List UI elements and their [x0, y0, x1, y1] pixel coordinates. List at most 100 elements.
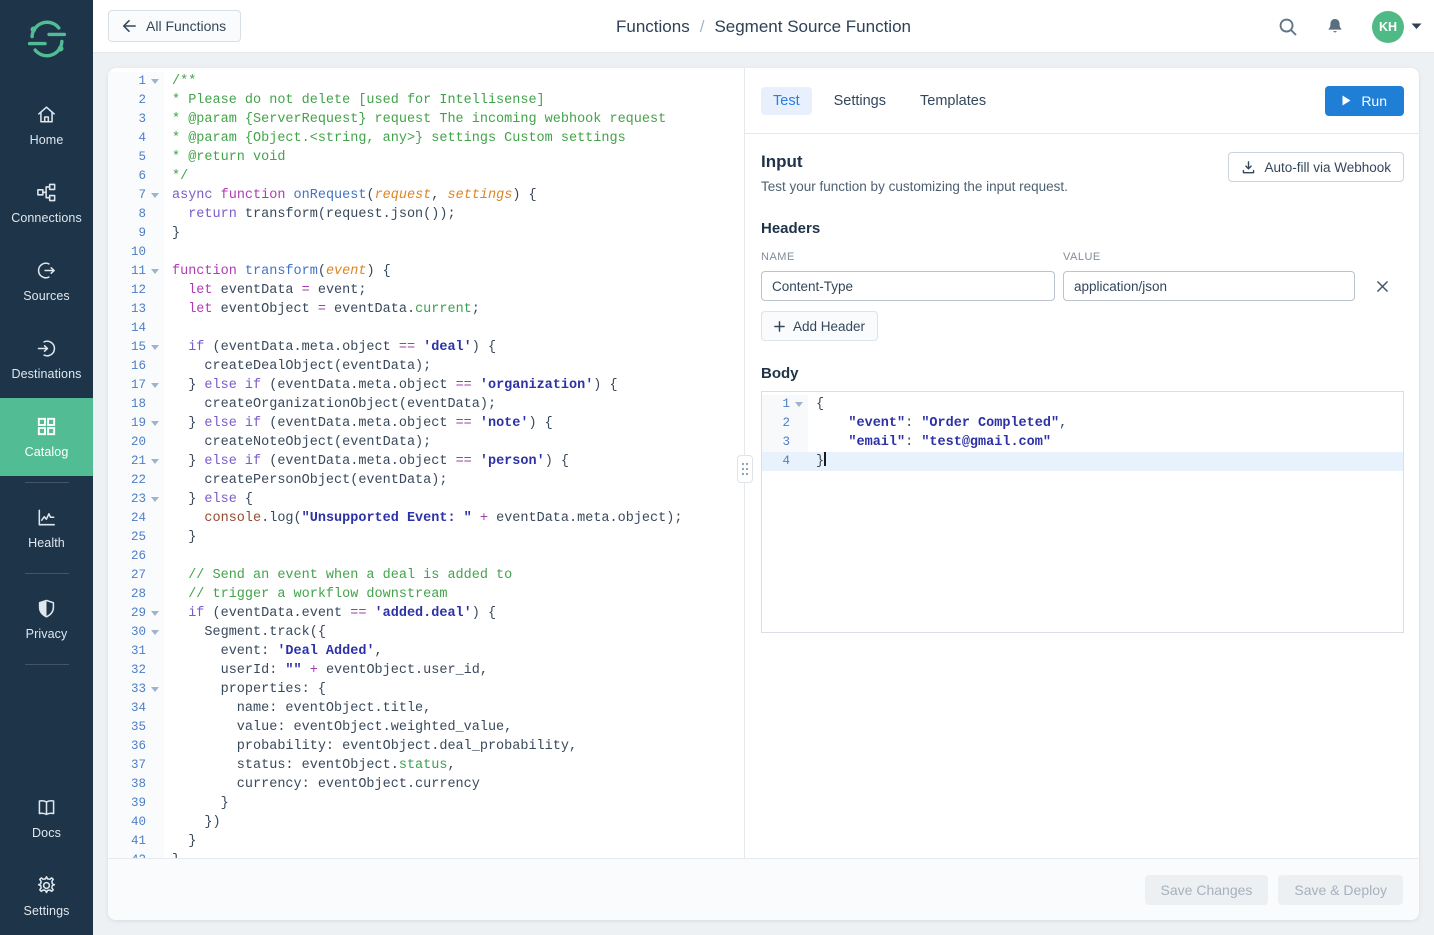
fold-toggle-icon[interactable] — [151, 459, 159, 464]
code-line[interactable]: 34 name: eventObject.title, — [108, 699, 744, 718]
add-header-button[interactable]: Add Header — [761, 311, 878, 341]
fold-toggle-icon[interactable] — [151, 497, 159, 502]
line-number: 12 — [108, 281, 146, 300]
code-line[interactable]: 38 currency: eventObject.currency — [108, 775, 744, 794]
code-line[interactable]: 8 return transform(request.json()); — [108, 205, 744, 224]
line-gutter: 3 — [108, 110, 164, 129]
tab-test[interactable]: Test — [761, 87, 812, 115]
code-line[interactable]: 21 } else if (eventData.meta.object == '… — [108, 452, 744, 471]
sidebar-item-privacy[interactable]: Privacy — [0, 580, 93, 658]
avatar[interactable]: KH — [1372, 11, 1404, 43]
search-icon[interactable] — [1276, 16, 1298, 38]
code-line[interactable]: 12 let eventData = event; — [108, 281, 744, 300]
tab-settings[interactable]: Settings — [822, 87, 898, 115]
code-line[interactable]: 19 } else if (eventData.meta.object == '… — [108, 414, 744, 433]
code-line[interactable]: 30 Segment.track({ — [108, 623, 744, 642]
save-deploy-button[interactable]: Save & Deploy — [1278, 875, 1403, 905]
code-line[interactable]: 22 createPersonObject(eventData); — [108, 471, 744, 490]
code-line[interactable]: 5* @return void — [108, 148, 744, 167]
code-line[interactable]: 2* Please do not delete [used for Intell… — [108, 91, 744, 110]
code-line[interactable]: 39 } — [108, 794, 744, 813]
sidebar-item-home[interactable]: Home — [0, 86, 93, 164]
code-editor[interactable]: 1/**2* Please do not delete [used for In… — [108, 68, 745, 858]
code-line-content: } — [164, 851, 180, 858]
remove-header-button[interactable] — [1374, 278, 1391, 295]
sidebar-item-settings[interactable]: Settings — [0, 857, 93, 935]
code-line[interactable]: 3* @param {ServerRequest} request The in… — [108, 110, 744, 129]
code-line[interactable]: 15 if (eventData.meta.object == 'deal') … — [108, 338, 744, 357]
sidebar-item-connections[interactable]: Connections — [0, 164, 93, 242]
fold-toggle-icon[interactable] — [151, 611, 159, 616]
code-line[interactable]: 25 } — [108, 528, 744, 547]
code-line[interactable]: 1{ — [762, 395, 1403, 414]
breadcrumb-section[interactable]: Functions — [616, 17, 690, 37]
sidebar-item-docs[interactable]: Docs — [0, 779, 93, 857]
code-line[interactable]: 10 — [108, 243, 744, 262]
code-line[interactable]: 42} — [108, 851, 744, 858]
header-value-input[interactable] — [1063, 271, 1355, 301]
header-name-input[interactable] — [761, 271, 1055, 301]
code-line-content: userId: "" + eventObject.user_id, — [164, 661, 488, 680]
code-line[interactable]: 17 } else if (eventData.meta.object == '… — [108, 376, 744, 395]
line-gutter: 22 — [108, 471, 164, 490]
code-line[interactable]: 20 createNoteObject(eventData); — [108, 433, 744, 452]
code-line[interactable]: 41 } — [108, 832, 744, 851]
code-line[interactable]: 27 // Send an event when a deal is added… — [108, 566, 744, 585]
code-line[interactable]: 26 — [108, 547, 744, 566]
body-json-editor[interactable]: 1{2 "event": "Order Completed",3 "email"… — [761, 391, 1404, 633]
fold-toggle-icon[interactable] — [151, 269, 159, 274]
fold-toggle-icon[interactable] — [151, 79, 159, 84]
code-line[interactable]: 36 probability: eventObject.deal_probabi… — [108, 737, 744, 756]
code-line[interactable]: 29 if (eventData.event == 'added.deal') … — [108, 604, 744, 623]
tab-templates[interactable]: Templates — [908, 87, 998, 115]
line-gutter: 32 — [108, 661, 164, 680]
fold-toggle-icon[interactable] — [151, 193, 159, 198]
code-line[interactable]: 23 } else { — [108, 490, 744, 509]
code-line[interactable]: 2 "event": "Order Completed", — [762, 414, 1403, 433]
fold-toggle-icon[interactable] — [151, 345, 159, 350]
code-line[interactable]: 16 createDealObject(eventData); — [108, 357, 744, 376]
code-line[interactable]: 40 }) — [108, 813, 744, 832]
notifications-bell-icon[interactable] — [1324, 16, 1346, 38]
segment-logo-icon[interactable] — [24, 16, 70, 62]
code-line[interactable]: 13 let eventObject = eventData.current; — [108, 300, 744, 319]
run-button[interactable]: Run — [1325, 86, 1404, 116]
code-line-content: console.log("Unsupported Event: " + even… — [164, 509, 682, 528]
code-line[interactable]: 31 event: 'Deal Added', — [108, 642, 744, 661]
line-number: 37 — [108, 756, 146, 775]
fold-toggle-icon[interactable] — [151, 383, 159, 388]
sidebar-item-sources[interactable]: Sources — [0, 242, 93, 320]
code-line[interactable]: 1/** — [108, 72, 744, 91]
code-line[interactable]: 37 status: eventObject.status, — [108, 756, 744, 775]
code-line[interactable]: 28 // trigger a workflow downstream — [108, 585, 744, 604]
code-line[interactable]: 7async function onRequest(request, setti… — [108, 186, 744, 205]
code-line[interactable]: 6*/ — [108, 167, 744, 186]
fold-toggle-icon[interactable] — [151, 687, 159, 692]
code-line[interactable]: 4} — [762, 452, 1403, 471]
pane-resize-handle[interactable] — [737, 455, 753, 483]
all-functions-back-button[interactable]: All Functions — [108, 10, 241, 42]
code-line-content: Segment.track({ — [164, 623, 326, 642]
sidebar-item-health[interactable]: Health — [0, 489, 93, 567]
code-line[interactable]: 14 — [108, 319, 744, 338]
code-line[interactable]: 4* @param {Object.<string, any>} setting… — [108, 129, 744, 148]
line-gutter: 19 — [108, 414, 164, 433]
fold-toggle-icon[interactable] — [151, 421, 159, 426]
code-line[interactable]: 11function transform(event) { — [108, 262, 744, 281]
code-line[interactable]: 32 userId: "" + eventObject.user_id, — [108, 661, 744, 680]
code-line[interactable]: 33 properties: { — [108, 680, 744, 699]
code-line[interactable]: 3 "email": "test@gmail.com" — [762, 433, 1403, 452]
sidebar-item-catalog[interactable]: Catalog — [0, 398, 93, 476]
autofill-webhook-button[interactable]: Auto-fill via Webhook — [1228, 152, 1404, 182]
code-line[interactable]: 18 createOrganizationObject(eventData); — [108, 395, 744, 414]
fold-toggle-icon[interactable] — [151, 630, 159, 635]
chevron-down-icon[interactable] — [1411, 23, 1422, 30]
code-line[interactable]: 9} — [108, 224, 744, 243]
code-line[interactable]: 35 value: eventObject.weighted_value, — [108, 718, 744, 737]
sidebar-item-destinations[interactable]: Destinations — [0, 320, 93, 398]
sidebar-divider — [25, 482, 69, 483]
save-changes-button[interactable]: Save Changes — [1145, 875, 1269, 905]
code-line[interactable]: 24 console.log("Unsupported Event: " + e… — [108, 509, 744, 528]
fold-toggle-icon[interactable] — [795, 402, 803, 407]
line-number: 34 — [108, 699, 146, 718]
